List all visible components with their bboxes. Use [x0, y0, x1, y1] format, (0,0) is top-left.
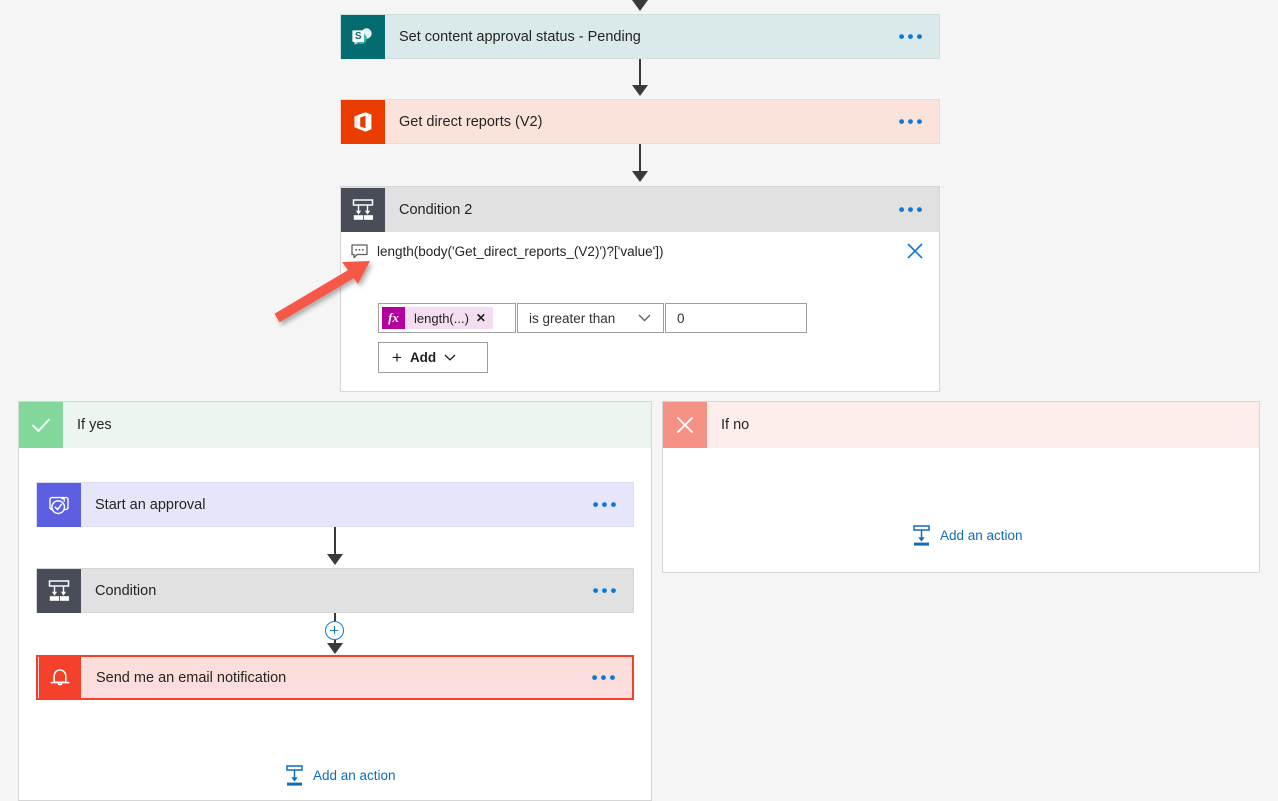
card-overflow-menu-button[interactable]: •••	[885, 187, 939, 232]
office365-icon	[341, 100, 385, 144]
expression-preview-row: length(body('Get_direct_reports_(V2)')?[…	[341, 233, 939, 269]
sharepoint-icon: S	[341, 15, 385, 59]
connector-arrowhead-1	[632, 85, 648, 96]
condition-left-operand-field[interactable]: fx length(...) ✕	[378, 303, 516, 333]
add-an-action-label: Add an action	[940, 528, 1023, 543]
card-overflow-menu-button[interactable]: •••	[885, 15, 939, 58]
condition-2-header[interactable]: Condition 2 •••	[341, 187, 939, 232]
fx-icon: fx	[382, 307, 405, 329]
card-overflow-menu-button[interactable]: •••	[579, 569, 633, 612]
card-icon-wrapper	[341, 100, 385, 143]
operator-label: is greater than	[518, 311, 615, 326]
add-an-action-button-if-yes[interactable]: Add an action	[285, 765, 396, 786]
condition-controls: fx length(...) ✕ is greater than 0	[378, 303, 807, 373]
add-an-action-button-if-no[interactable]: Add an action	[912, 525, 1023, 546]
action-card-start-an-approval[interactable]: Start an approval •••	[36, 482, 634, 527]
plus-icon: +	[392, 349, 402, 366]
add-button-label: Add	[410, 350, 436, 365]
comment-icon	[351, 244, 368, 259]
condition-value-input[interactable]: 0	[665, 303, 807, 333]
expression-token-chip[interactable]: fx length(...) ✕	[382, 307, 493, 329]
card-overflow-menu-button[interactable]: •••	[579, 483, 633, 526]
card-title: Start an approval	[81, 483, 579, 526]
connector-arrowhead-4	[327, 643, 343, 654]
branch-if-no-header[interactable]: If no	[663, 402, 1259, 448]
card-icon-wrapper	[38, 657, 82, 698]
bell-icon	[39, 657, 81, 698]
add-an-action-label: Add an action	[313, 768, 396, 783]
svg-text:S: S	[355, 31, 362, 42]
condition-operator-dropdown[interactable]: is greater than	[517, 303, 664, 333]
close-icon	[663, 402, 707, 448]
card-title: Condition 2	[385, 187, 885, 232]
action-card-get-direct-reports[interactable]: Get direct reports (V2) •••	[340, 99, 940, 144]
checkmark-icon	[19, 402, 63, 448]
chevron-down-icon	[638, 314, 651, 322]
flow-designer-canvas: S Set content approval status - Pending …	[0, 0, 1278, 801]
action-card-condition[interactable]: Condition •••	[36, 568, 634, 613]
card-title: Get direct reports (V2)	[385, 100, 885, 143]
card-icon-wrapper: S	[341, 15, 385, 58]
add-condition-button[interactable]: + Add	[378, 342, 488, 373]
branch-label: If no	[707, 402, 1259, 448]
action-card-set-content-approval-status[interactable]: S Set content approval status - Pending …	[340, 14, 940, 59]
connector-arrowhead-top	[632, 0, 648, 11]
card-icon-wrapper	[37, 569, 81, 612]
connector-line-1	[639, 59, 641, 88]
close-icon[interactable]	[905, 241, 925, 261]
token-label: length(...)	[405, 311, 476, 326]
card-overflow-menu-button[interactable]: •••	[885, 100, 939, 143]
card-overflow-menu-button[interactable]: •••	[578, 657, 632, 698]
card-icon-wrapper	[37, 483, 81, 526]
chevron-down-icon	[444, 354, 456, 361]
card-title: Set content approval status - Pending	[385, 15, 885, 58]
branch-label: If yes	[63, 402, 651, 448]
card-title: Condition	[81, 569, 579, 612]
connector-line-2	[639, 144, 641, 173]
condition-icon	[341, 188, 385, 232]
connector-line-3	[334, 527, 336, 556]
approvals-icon	[37, 483, 81, 527]
branch-if-no: If no	[662, 401, 1260, 573]
connector-arrowhead-2	[632, 171, 648, 182]
insert-action-plus-button[interactable]	[325, 621, 344, 640]
insert-action-icon	[285, 765, 304, 786]
condition-2-panel: Condition 2 ••• length(body('Get_direct_…	[340, 186, 940, 392]
branch-if-yes-header[interactable]: If yes	[19, 402, 651, 448]
insert-action-icon	[912, 525, 931, 546]
action-card-send-me-an-email-notification[interactable]: Send me an email notification •••	[36, 655, 634, 700]
condition-value-text: 0	[666, 311, 685, 326]
connector-line-4	[334, 613, 336, 621]
card-title: Send me an email notification	[82, 657, 578, 698]
card-icon-wrapper	[341, 187, 385, 232]
token-remove-button[interactable]: ✕	[476, 311, 493, 325]
condition-icon	[37, 569, 81, 613]
expression-text: length(body('Get_direct_reports_(V2)')?[…	[377, 244, 663, 259]
condition-row: fx length(...) ✕ is greater than 0	[378, 303, 807, 333]
connector-arrowhead-3	[327, 554, 343, 565]
